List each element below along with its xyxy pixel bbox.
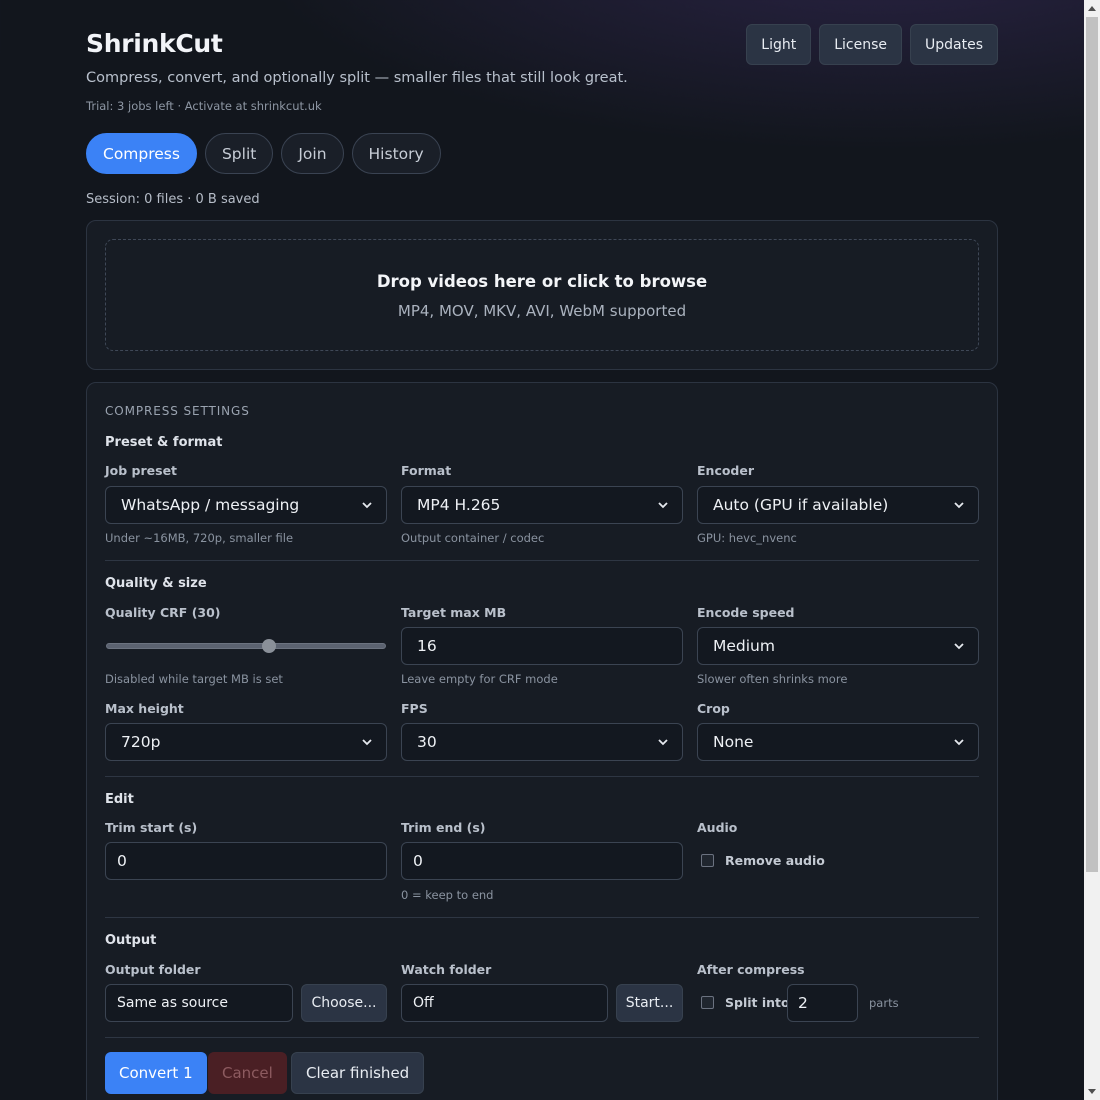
video-dropzone[interactable]: Drop videos here or click to browse MP4,… — [105, 239, 979, 351]
trim-end-value: 0 — [413, 852, 423, 870]
trial-status: Trial: 3 jobs left · Activate at shrinkc… — [86, 99, 322, 113]
output-folder-value: Same as source — [117, 995, 228, 1011]
audio-label: Audio — [697, 820, 738, 835]
max-height-label: Max height — [105, 701, 184, 716]
edit-group-title: Edit — [105, 792, 134, 807]
split-parts-value: 2 — [798, 994, 808, 1012]
parts-suffix: parts — [869, 996, 899, 1010]
format-hint: Output container / codec — [401, 531, 545, 545]
trim-start-input[interactable]: 0 — [105, 842, 387, 880]
watch-folder-value: Off — [413, 995, 434, 1011]
fps-label: FPS — [401, 701, 428, 716]
remove-audio-checkbox[interactable] — [701, 854, 714, 867]
trim-end-label: Trim end (s) — [401, 820, 486, 835]
dropzone-subtitle: MP4, MOV, MKV, AVI, WebM supported — [397, 302, 687, 320]
chevron-down-icon — [952, 735, 966, 749]
job-preset-label: Job preset — [105, 463, 178, 478]
choose-output-folder-button[interactable]: Choose... — [301, 984, 387, 1022]
encode-speed-hint: Slower often shrinks more — [697, 672, 848, 686]
crop-value: None — [713, 733, 754, 751]
target-mb-label: Target max MB — [401, 605, 507, 620]
job-preset-hint: Under ~16MB, 720p, smaller file — [105, 531, 294, 545]
trim-start-value: 0 — [117, 852, 127, 870]
encode-speed-select[interactable]: Medium — [697, 627, 979, 665]
watch-folder-input[interactable]: Off — [401, 984, 608, 1022]
max-height-select[interactable]: 720p — [105, 723, 387, 761]
scrollbar-thumb[interactable] — [1086, 17, 1098, 872]
crf-slider[interactable] — [106, 643, 386, 649]
max-height-value: 720p — [121, 733, 161, 751]
target-mb-input[interactable]: 16 — [401, 627, 683, 665]
job-preset-select[interactable]: WhatsApp / messaging — [105, 486, 387, 524]
encode-speed-label: Encode speed — [697, 605, 795, 620]
split-into-label[interactable]: Split into — [725, 995, 790, 1010]
tab-join[interactable]: Join — [281, 133, 344, 174]
chevron-down-icon — [360, 498, 374, 512]
target-mb-hint: Leave empty for CRF mode — [401, 672, 558, 686]
chevron-down-icon — [952, 498, 966, 512]
fps-select[interactable]: 30 — [401, 723, 683, 761]
crop-label: Crop — [697, 701, 730, 716]
remove-audio-label[interactable]: Remove audio — [725, 853, 825, 868]
format-select[interactable]: MP4 H.265 — [401, 486, 683, 524]
updates-button[interactable]: Updates — [910, 24, 998, 65]
chevron-down-icon — [656, 498, 670, 512]
target-mb-value: 16 — [417, 637, 437, 655]
encode-speed-value: Medium — [713, 637, 775, 655]
convert-button[interactable]: Convert 1 — [105, 1052, 207, 1094]
format-value: MP4 H.265 — [417, 496, 501, 514]
encoder-value: Auto (GPU if available) — [713, 496, 889, 514]
crf-hint: Disabled while target MB is set — [105, 672, 283, 686]
settings-section-label: COMPRESS SETTINGS — [105, 404, 250, 418]
after-compress-label: After compress — [697, 962, 805, 977]
trim-end-input[interactable]: 0 — [401, 842, 683, 880]
divider — [105, 776, 979, 777]
divider — [105, 560, 979, 561]
output-folder-label: Output folder — [105, 962, 201, 977]
divider — [105, 1037, 979, 1038]
mode-tabs: Compress Split Join History — [86, 133, 441, 174]
trim-end-hint: 0 = keep to end — [401, 888, 494, 902]
scroll-down-arrow-icon[interactable] — [1088, 1089, 1096, 1094]
scroll-up-arrow-icon[interactable] — [1088, 6, 1096, 11]
page-scrollbar[interactable] — [1084, 0, 1100, 1100]
crf-slider-thumb[interactable] — [262, 639, 277, 653]
cancel-button[interactable]: Cancel — [208, 1052, 287, 1094]
encoder-label: Encoder — [697, 463, 755, 478]
quality-group-title: Quality & size — [105, 576, 207, 591]
chevron-down-icon — [360, 735, 374, 749]
theme-light-button[interactable]: Light — [746, 24, 812, 65]
license-button[interactable]: License — [819, 24, 902, 65]
output-group-title: Output — [105, 933, 157, 948]
dropzone-title: Drop videos here or click to browse — [376, 272, 708, 291]
header-actions: Light License Updates — [746, 24, 998, 65]
encoder-hint: GPU: hevc_nvenc — [697, 531, 797, 545]
app-subtitle: Compress, convert, and optionally split … — [86, 70, 628, 86]
chevron-down-icon — [656, 735, 670, 749]
output-folder-input[interactable]: Same as source — [105, 984, 293, 1022]
tab-split[interactable]: Split — [204, 133, 274, 174]
split-parts-input[interactable]: 2 — [787, 984, 858, 1022]
preset-group-title: Preset & format — [105, 435, 223, 450]
clear-finished-button[interactable]: Clear finished — [291, 1052, 425, 1094]
encoder-select[interactable]: Auto (GPU if available) — [697, 486, 979, 524]
format-label: Format — [401, 463, 452, 478]
watch-folder-label: Watch folder — [401, 962, 492, 977]
split-into-checkbox[interactable] — [701, 996, 714, 1009]
tab-history[interactable]: History — [351, 133, 441, 174]
trim-start-label: Trim start (s) — [105, 820, 198, 835]
fps-value: 30 — [417, 733, 437, 751]
compress-settings-card: COMPRESS SETTINGS Preset & format Job pr… — [86, 382, 998, 1100]
divider — [105, 917, 979, 918]
start-watch-button[interactable]: Start... — [616, 984, 683, 1022]
crop-select[interactable]: None — [697, 723, 979, 761]
tab-compress[interactable]: Compress — [86, 133, 197, 174]
session-stats: Session: 0 files · 0 B saved — [86, 192, 260, 207]
dropzone-card: Drop videos here or click to browse MP4,… — [86, 220, 998, 370]
app-title: ShrinkCut — [86, 29, 223, 58]
chevron-down-icon — [952, 639, 966, 653]
crf-label: Quality CRF (30) — [105, 605, 221, 620]
job-preset-value: WhatsApp / messaging — [121, 496, 300, 514]
